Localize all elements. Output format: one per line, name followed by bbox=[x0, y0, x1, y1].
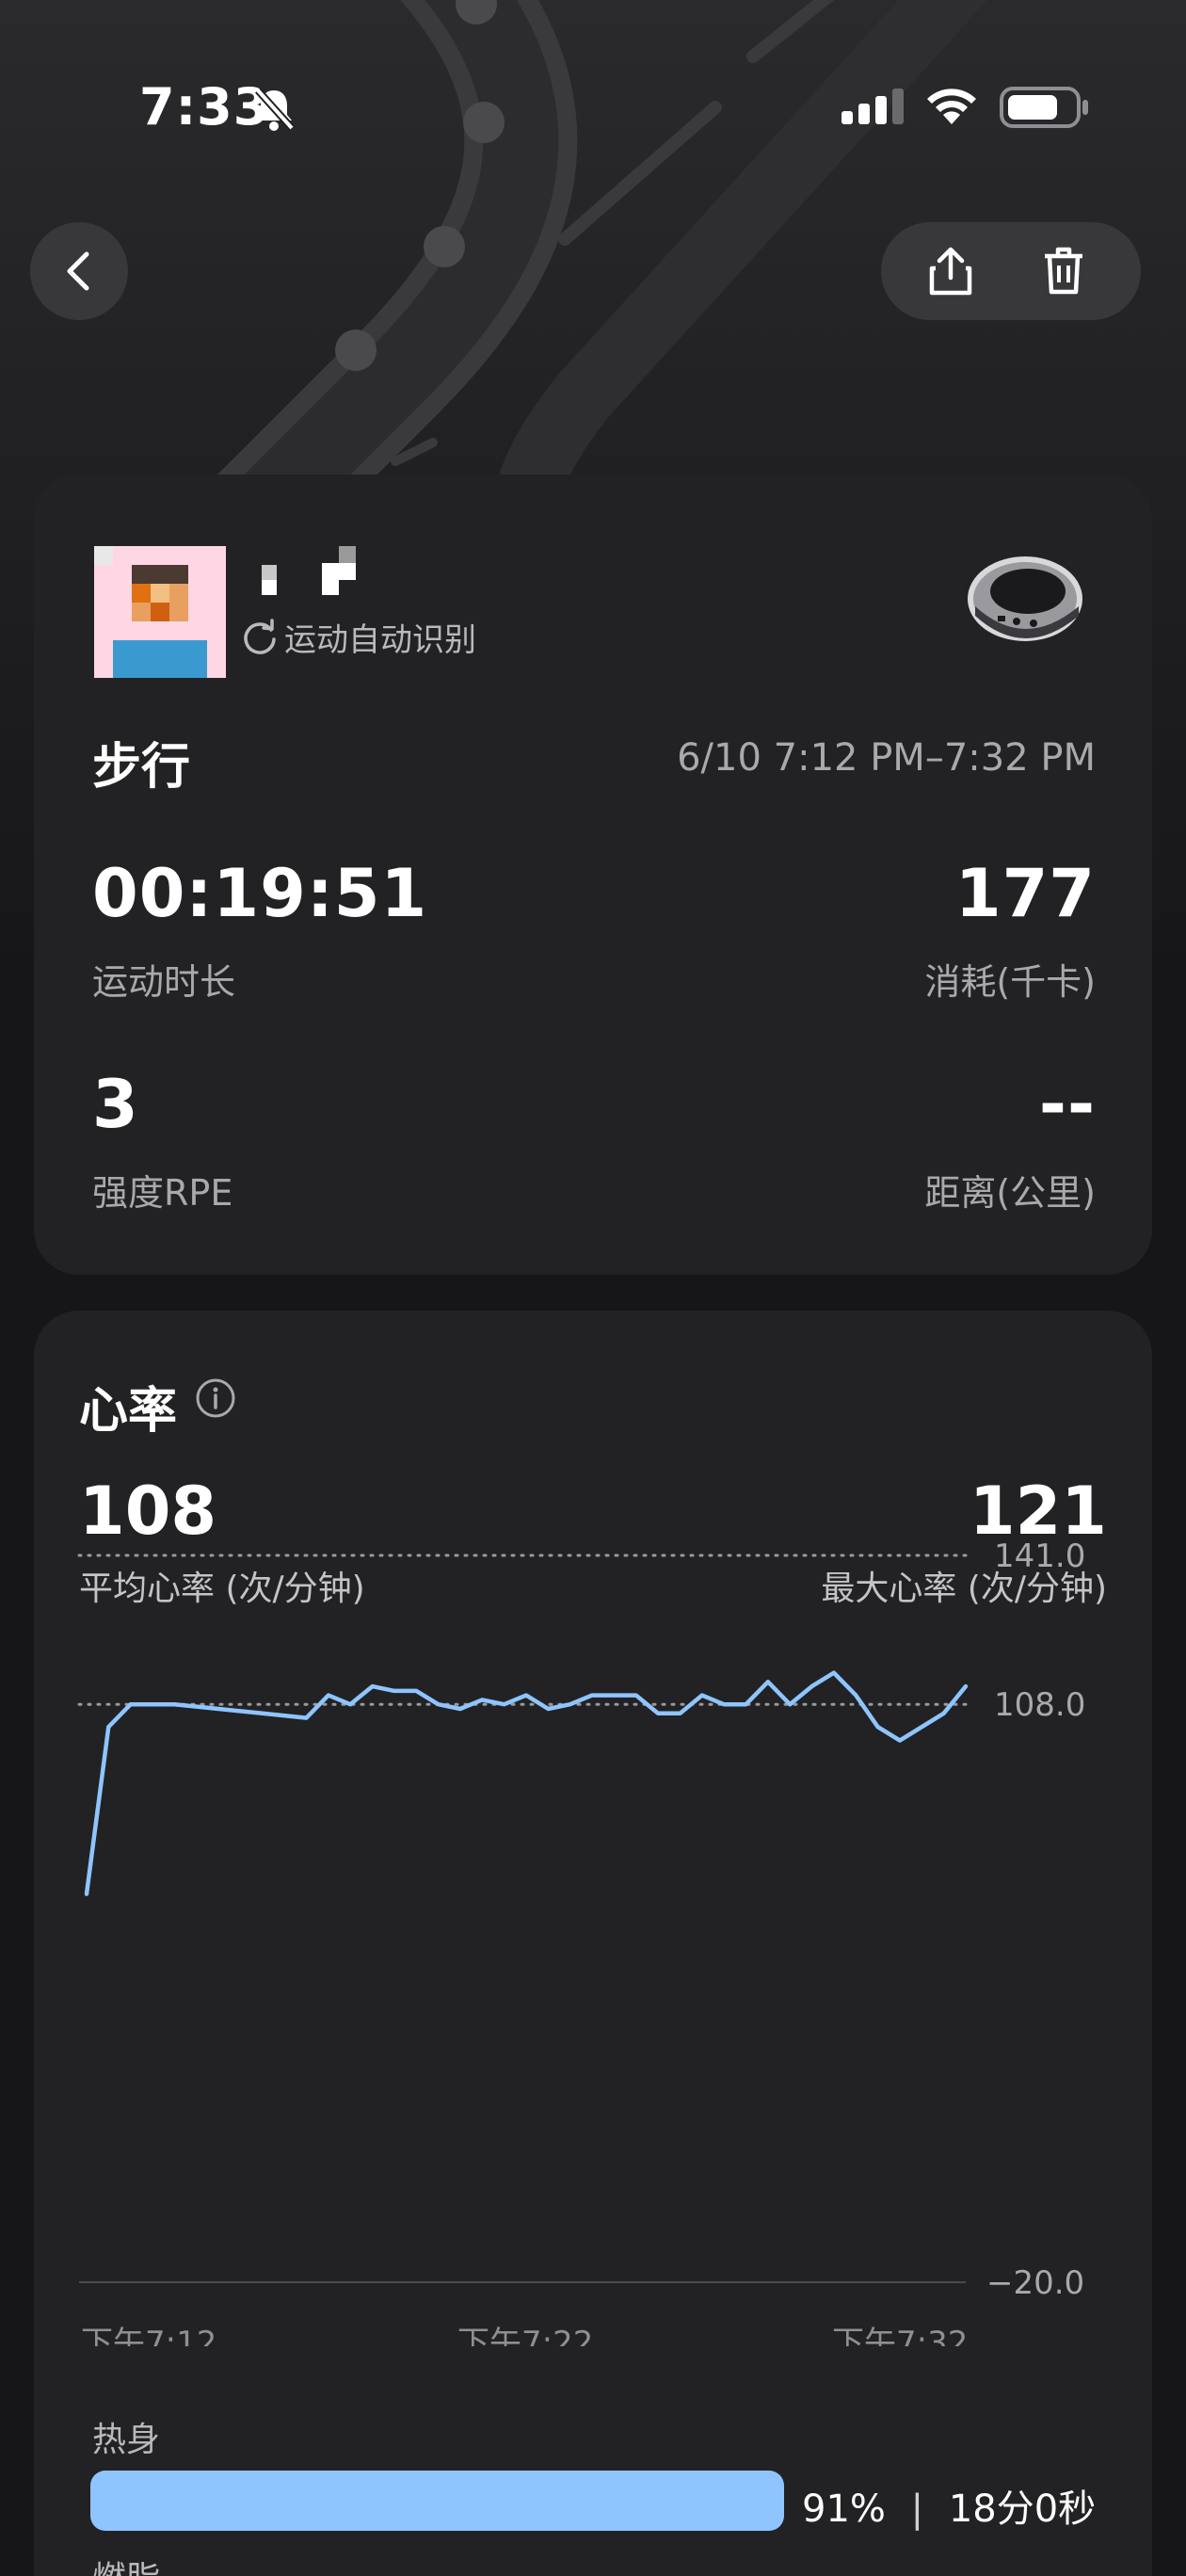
y-tick-min: −20.0 bbox=[986, 2264, 1084, 2302]
distance-label: 距离(公里) bbox=[924, 1172, 1096, 1214]
zone-warmup-label: 热身 bbox=[92, 2421, 161, 2459]
heart-rate-chart: 141.0 108.0 −20.0 下午7:12 下午7:22 下午7:32 bbox=[77, 1538, 1085, 2346]
heart-rate-card: 心率 108 平均心率 (次/分钟) 121 最大心率 (次/分钟) 141.0… bbox=[34, 1311, 1152, 2576]
auto-detect-label: 运动自动识别 bbox=[284, 621, 476, 659]
smart-ring-image bbox=[968, 556, 1082, 641]
rpe-value: 3 bbox=[92, 1066, 139, 1143]
header-actions bbox=[881, 222, 1141, 320]
share-button[interactable] bbox=[922, 243, 979, 299]
activity-name: 步行 bbox=[92, 739, 191, 796]
signal-icon bbox=[841, 89, 904, 124]
zone-warmup-percent: 91% bbox=[802, 2487, 886, 2531]
y-tick-avg: 108.0 bbox=[994, 1686, 1085, 1724]
auto-detect-tag: 运动自动识别 bbox=[241, 614, 476, 660]
username-redacted bbox=[262, 546, 356, 595]
duration-label: 运动时长 bbox=[92, 961, 236, 1003]
trash-icon bbox=[1045, 247, 1082, 295]
bell-slash-icon bbox=[255, 88, 295, 131]
calories-label: 消耗(千卡) bbox=[924, 961, 1096, 1003]
share-icon bbox=[929, 247, 972, 296]
status-time: 7:33 bbox=[139, 77, 270, 137]
zone-warmup-duration: 18分0秒 bbox=[948, 2487, 1097, 2531]
refresh-icon bbox=[244, 618, 276, 654]
distance-value: -- bbox=[1038, 1066, 1096, 1143]
x-tick-end: 下午7:32 bbox=[832, 2325, 968, 2346]
x-tick-start: 下午7:12 bbox=[81, 2325, 216, 2346]
zone-fatburn-label: 燃脂 bbox=[92, 2552, 160, 2576]
zone-separator: | bbox=[910, 2487, 924, 2531]
delete-button[interactable] bbox=[1035, 243, 1092, 299]
calories-value: 177 bbox=[954, 855, 1096, 932]
zone-warmup-bar bbox=[90, 2471, 785, 2531]
avatar[interactable] bbox=[94, 546, 226, 678]
zone-warmup-stat: 91% | 18分0秒 bbox=[802, 2478, 1096, 2533]
activity-time-range: 6/10 7:12 PM–7:32 PM bbox=[677, 736, 1096, 780]
back-button[interactable] bbox=[30, 222, 128, 320]
y-tick-max: 141.0 bbox=[994, 1538, 1085, 1575]
duration-value: 00:19:51 bbox=[92, 855, 428, 932]
battery-icon bbox=[1000, 87, 1088, 128]
rpe-label: 强度RPE bbox=[92, 1172, 233, 1214]
workout-summary-card: 运动自动识别 步行 6/10 7:12 PM–7:32 PM 00:19:51 … bbox=[34, 475, 1152, 1275]
chevron-left-icon bbox=[67, 251, 89, 291]
x-tick-mid: 下午7:22 bbox=[457, 2325, 593, 2346]
wifi-icon bbox=[927, 89, 976, 124]
status-bar: 7:33 bbox=[0, 0, 1186, 217]
heart-rate-line bbox=[84, 1670, 969, 1896]
